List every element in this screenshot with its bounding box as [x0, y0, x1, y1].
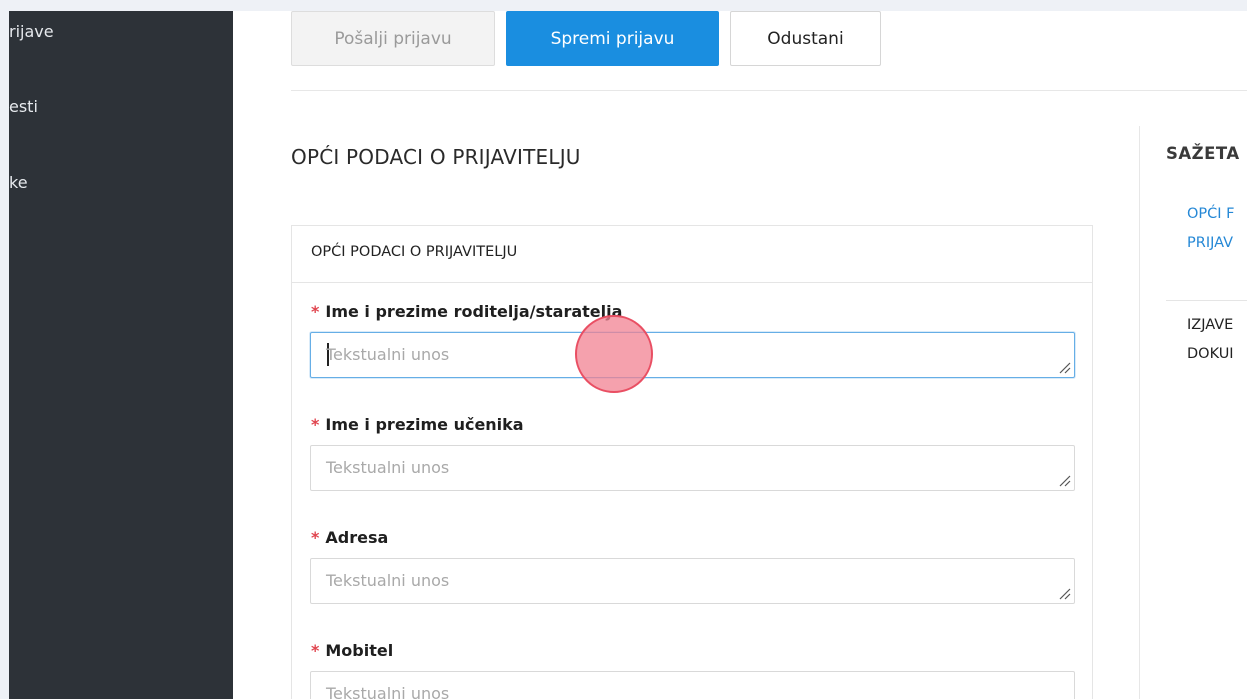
input-placeholder: Tekstualni unos	[326, 571, 450, 590]
input-placeholder: Tekstualni unos	[326, 458, 450, 477]
section-title: OPĆI PODACI O PRIJAVITELJU	[291, 145, 581, 169]
student-name-input[interactable]: Tekstualni unos	[310, 445, 1075, 491]
input-placeholder: Tekstualni unos	[326, 684, 450, 699]
nav-link-line: OPĆI F	[1187, 206, 1235, 222]
panel-header: OPĆI PODACI O PRIJAVITELJU	[292, 226, 1092, 283]
input-placeholder: Tekstualni unos	[326, 345, 450, 364]
cancel-button[interactable]: Odustani	[730, 11, 881, 66]
student-name-label: * Ime i prezime učenika	[311, 415, 524, 434]
parent-name-input[interactable]: Tekstualni unos	[310, 332, 1075, 378]
summary-nav-general-data[interactable]: OPĆI F PRIJAV	[1187, 200, 1247, 258]
summary-nav-divider	[1166, 300, 1247, 301]
required-marker: *	[311, 528, 320, 547]
nav-item-line: IZJAVE	[1187, 317, 1234, 333]
resize-handle-icon[interactable]	[1058, 361, 1071, 374]
resize-handle-icon[interactable]	[1058, 474, 1071, 487]
save-application-button[interactable]: Spremi prijavu	[506, 11, 719, 66]
address-input[interactable]: Tekstualni unos	[310, 558, 1075, 604]
parent-name-label: * Ime i prezime roditelja/staratelja	[311, 302, 622, 321]
panel-title: OPĆI PODACI O PRIJAVITELJU	[311, 244, 518, 260]
nav-item-line: DOKUI	[1187, 346, 1234, 362]
sidebar-item-vijesti[interactable]: esti	[9, 97, 38, 116]
field-label-text: Ime i prezime učenika	[325, 415, 524, 434]
mobile-label: * Mobitel	[311, 641, 393, 660]
nav-link-line: PRIJAV	[1187, 235, 1234, 251]
required-marker: *	[311, 415, 320, 434]
send-application-button[interactable]: Pošalji prijavu	[291, 11, 495, 66]
summary-title: SAŽETA	[1166, 144, 1240, 163]
field-label-text: Ime i prezime roditelja/staratelja	[325, 302, 623, 321]
click-indicator	[575, 315, 653, 393]
sidebar-item-prijave[interactable]: rijave	[9, 22, 54, 41]
required-marker: *	[311, 302, 320, 321]
field-label-text: Adresa	[325, 528, 389, 547]
toolbar-divider	[291, 90, 1247, 91]
address-label: * Adresa	[311, 528, 388, 547]
resize-handle-icon[interactable]	[1058, 587, 1071, 600]
mobile-input[interactable]: Tekstualni unos	[310, 671, 1075, 699]
summary-panel: SAŽETA OPĆI F PRIJAV IZJAVE DOKUI	[1139, 126, 1247, 699]
main-content: Pošalji prijavu Spremi prijavu Odustani …	[233, 11, 1247, 699]
sidebar-item-postavke[interactable]: ke	[9, 173, 28, 192]
required-marker: *	[311, 641, 320, 660]
summary-nav-statements[interactable]: IZJAVE DOKUI	[1187, 311, 1247, 369]
form-panel: OPĆI PODACI O PRIJAVITELJU * Ime i prezim…	[291, 225, 1093, 699]
field-label-text: Mobitel	[325, 641, 394, 660]
sidebar: rijave esti ke	[9, 11, 233, 699]
app-window: rijave esti ke Pošalji prijavu Spremi pr…	[9, 11, 1247, 699]
